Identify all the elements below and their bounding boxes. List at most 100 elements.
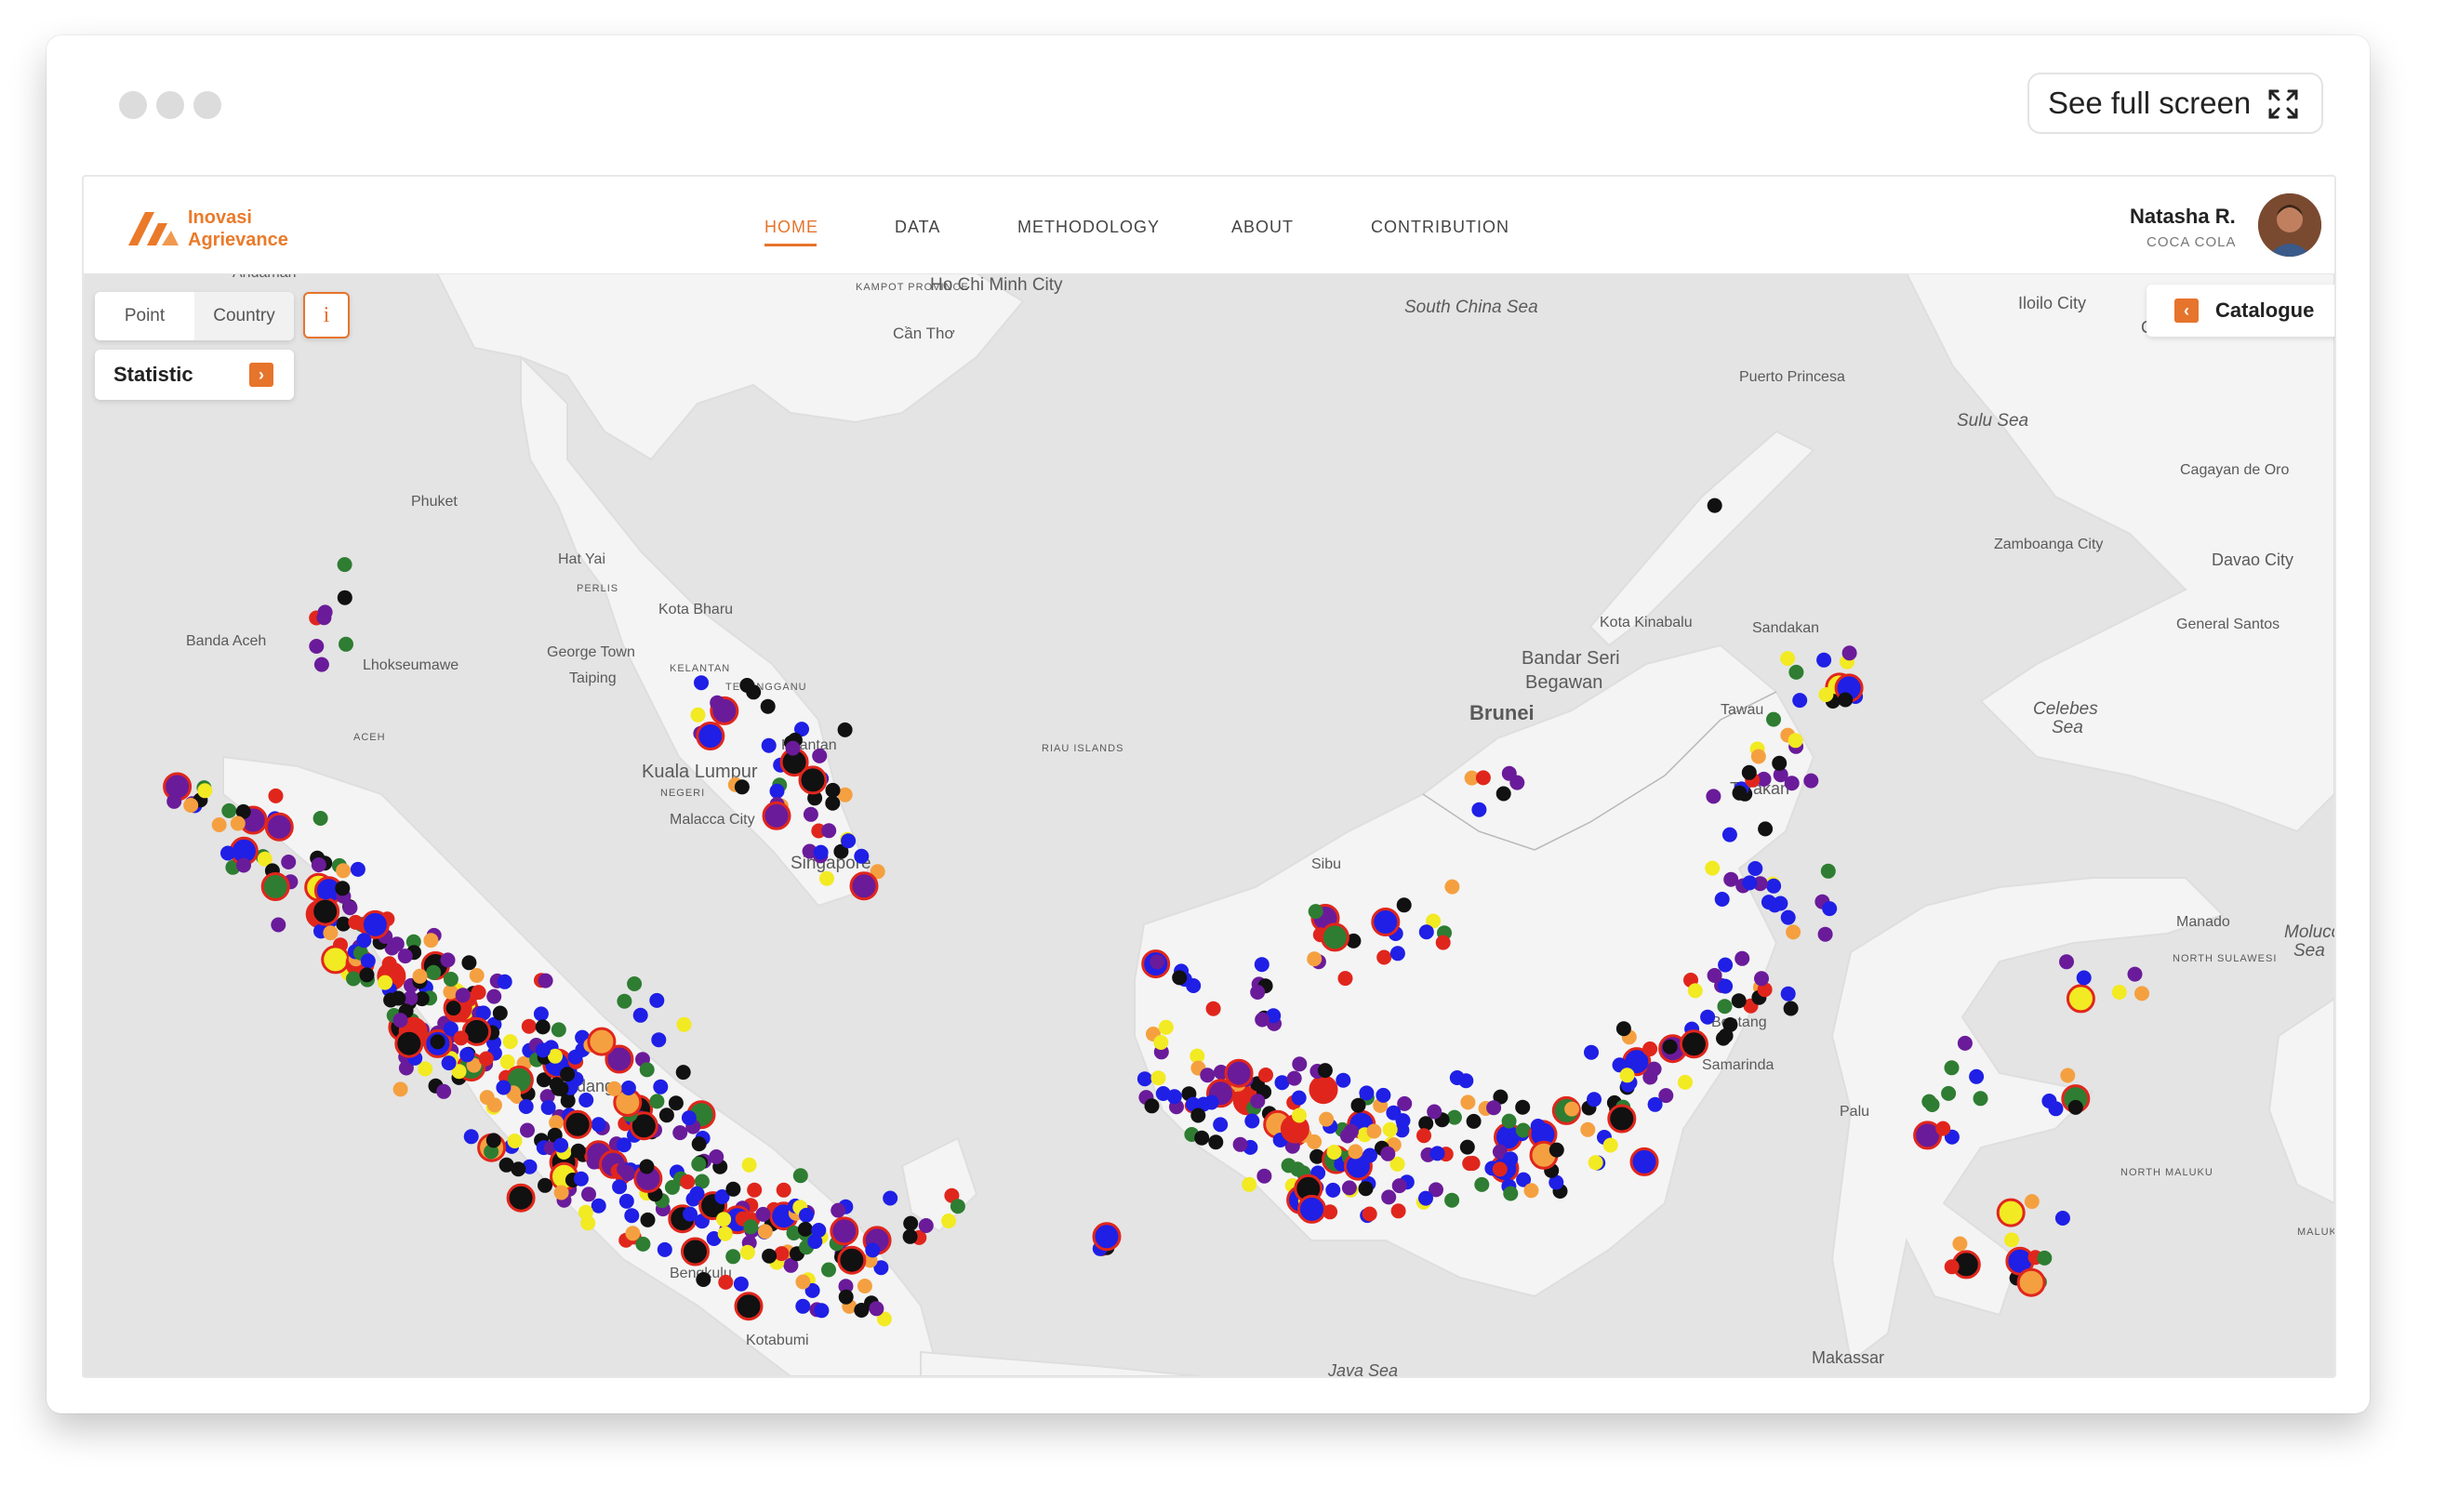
map-point-marker[interactable] [392,1081,408,1097]
map-point-marker[interactable] [1486,1100,1502,1116]
map-point-marker[interactable] [443,972,459,987]
map-point-marker[interactable] [792,1168,808,1184]
map-point-marker[interactable] [734,779,750,795]
map-point-marker[interactable] [776,1182,791,1198]
map-point-marker[interactable] [617,993,632,1009]
map-point-marker[interactable] [1761,895,1776,910]
map-point-marker[interactable] [1366,1123,1382,1139]
map-point-marker[interactable] [710,695,725,710]
map-point-marker[interactable] [183,798,199,813]
map-point-marker[interactable] [1153,1035,1169,1050]
map-point-marker[interactable] [2004,1232,2019,1248]
map-point-marker[interactable] [313,657,329,672]
map-point-marker[interactable] [1718,957,1734,973]
map-point-marker[interactable] [1646,1061,1662,1077]
map-point-marker[interactable] [312,811,328,826]
map-point-marker[interactable] [381,956,397,972]
map-point-marker[interactable] [1258,1068,1273,1082]
map-point-marker[interactable] [1341,1180,1357,1196]
map-point-marker[interactable] [1475,770,1491,786]
map-point-marker[interactable] [1336,1072,1351,1088]
map-point-marker[interactable] [1320,922,1349,952]
window-dot-close[interactable] [119,91,147,119]
map-point-marker[interactable] [1326,1145,1342,1160]
map-point-marker[interactable] [814,1303,830,1319]
map-point-marker[interactable] [854,1303,870,1318]
map-point-marker[interactable] [769,783,785,799]
map-point-marker[interactable] [507,1134,523,1148]
map-point-marker[interactable] [412,968,428,984]
map-point-marker[interactable] [166,793,182,809]
map-point-marker[interactable] [2037,1250,2053,1266]
map-point-marker[interactable] [1707,497,1722,513]
map-point-marker[interactable] [795,1274,811,1290]
map-point-marker[interactable] [459,1047,475,1063]
map-point-marker[interactable] [1136,1071,1152,1087]
map-point-marker[interactable] [1242,1176,1257,1192]
map-point-marker[interactable] [819,870,834,886]
map-point-marker[interactable] [1460,1094,1476,1110]
map-point-marker[interactable] [1343,1123,1359,1139]
map-point-marker[interactable] [1822,901,1838,917]
map-point-marker[interactable] [1255,1012,1270,1028]
map-point-marker[interactable] [342,900,358,916]
map-point-marker[interactable] [2066,984,2095,1014]
map-point-marker[interactable] [632,1007,648,1023]
map-point-marker[interactable] [689,1186,705,1201]
map-point-marker[interactable] [811,1223,827,1238]
map-point-marker[interactable] [649,992,665,1008]
map-point-marker[interactable] [717,1226,733,1241]
map-point-marker[interactable] [350,861,366,877]
map-point-marker[interactable] [1427,1104,1442,1120]
map-point-marker[interactable] [553,1137,569,1153]
map-point-marker[interactable] [1714,892,1730,907]
map-point-marker[interactable] [812,748,828,763]
map-point-marker[interactable] [1629,1147,1659,1176]
map-point-marker[interactable] [1389,946,1405,962]
nav-home[interactable]: HOME [764,218,818,237]
map-point-marker[interactable] [220,845,235,861]
map-point-marker[interactable] [1748,861,1763,876]
map-point-marker[interactable] [739,1244,755,1260]
map-point-marker[interactable] [1721,827,1737,842]
map-point-marker[interactable] [837,1245,867,1275]
map-point-marker[interactable] [950,1199,965,1214]
map-point-marker[interactable] [540,1100,556,1115]
map-point-marker[interactable] [469,968,485,983]
catalogue-button[interactable]: ‹ Catalogue [2147,285,2334,337]
map-point-marker[interactable] [535,1042,551,1058]
map-point-marker[interactable] [691,1136,707,1152]
map-point-marker[interactable] [1780,651,1796,667]
map-point-marker[interactable] [1750,749,1766,764]
map-point-marker[interactable] [716,1212,732,1227]
map-point-marker[interactable] [230,816,246,831]
map-point-marker[interactable] [918,1218,934,1233]
map-point-marker[interactable] [1783,1001,1799,1016]
map-point-marker[interactable] [391,990,406,1006]
map-point-marker[interactable] [865,1242,881,1258]
map-point-marker[interactable] [570,1143,586,1159]
map-point-marker[interactable] [1700,1009,1716,1025]
map-point-marker[interactable] [785,740,801,756]
map-point-marker[interactable] [197,783,213,799]
map-point-marker[interactable] [271,917,286,933]
map-point-marker[interactable] [624,1208,640,1224]
map-point-marker[interactable] [1459,1139,1475,1155]
map-point-marker[interactable] [1580,1121,1596,1137]
map-point-marker[interactable] [1996,1198,2026,1227]
map-point-marker[interactable] [496,1080,512,1095]
map-point-marker[interactable] [2067,1099,2083,1115]
map-point-marker[interactable] [696,722,725,750]
map-point-marker[interactable] [1362,1147,1377,1163]
map-point-marker[interactable] [1194,1130,1210,1146]
map-point-marker[interactable] [627,976,643,991]
map-point-marker[interactable] [1952,1236,1968,1252]
map-point-marker[interactable] [1150,1070,1166,1086]
map-point-marker[interactable] [1803,773,1819,789]
map-point-marker[interactable] [538,973,553,988]
map-point-marker[interactable] [618,1193,634,1209]
map-point-marker[interactable] [1784,776,1800,791]
avatar[interactable] [2258,193,2321,257]
map-point-marker[interactable] [1166,1089,1182,1105]
map-point-marker[interactable] [1503,1186,1519,1201]
